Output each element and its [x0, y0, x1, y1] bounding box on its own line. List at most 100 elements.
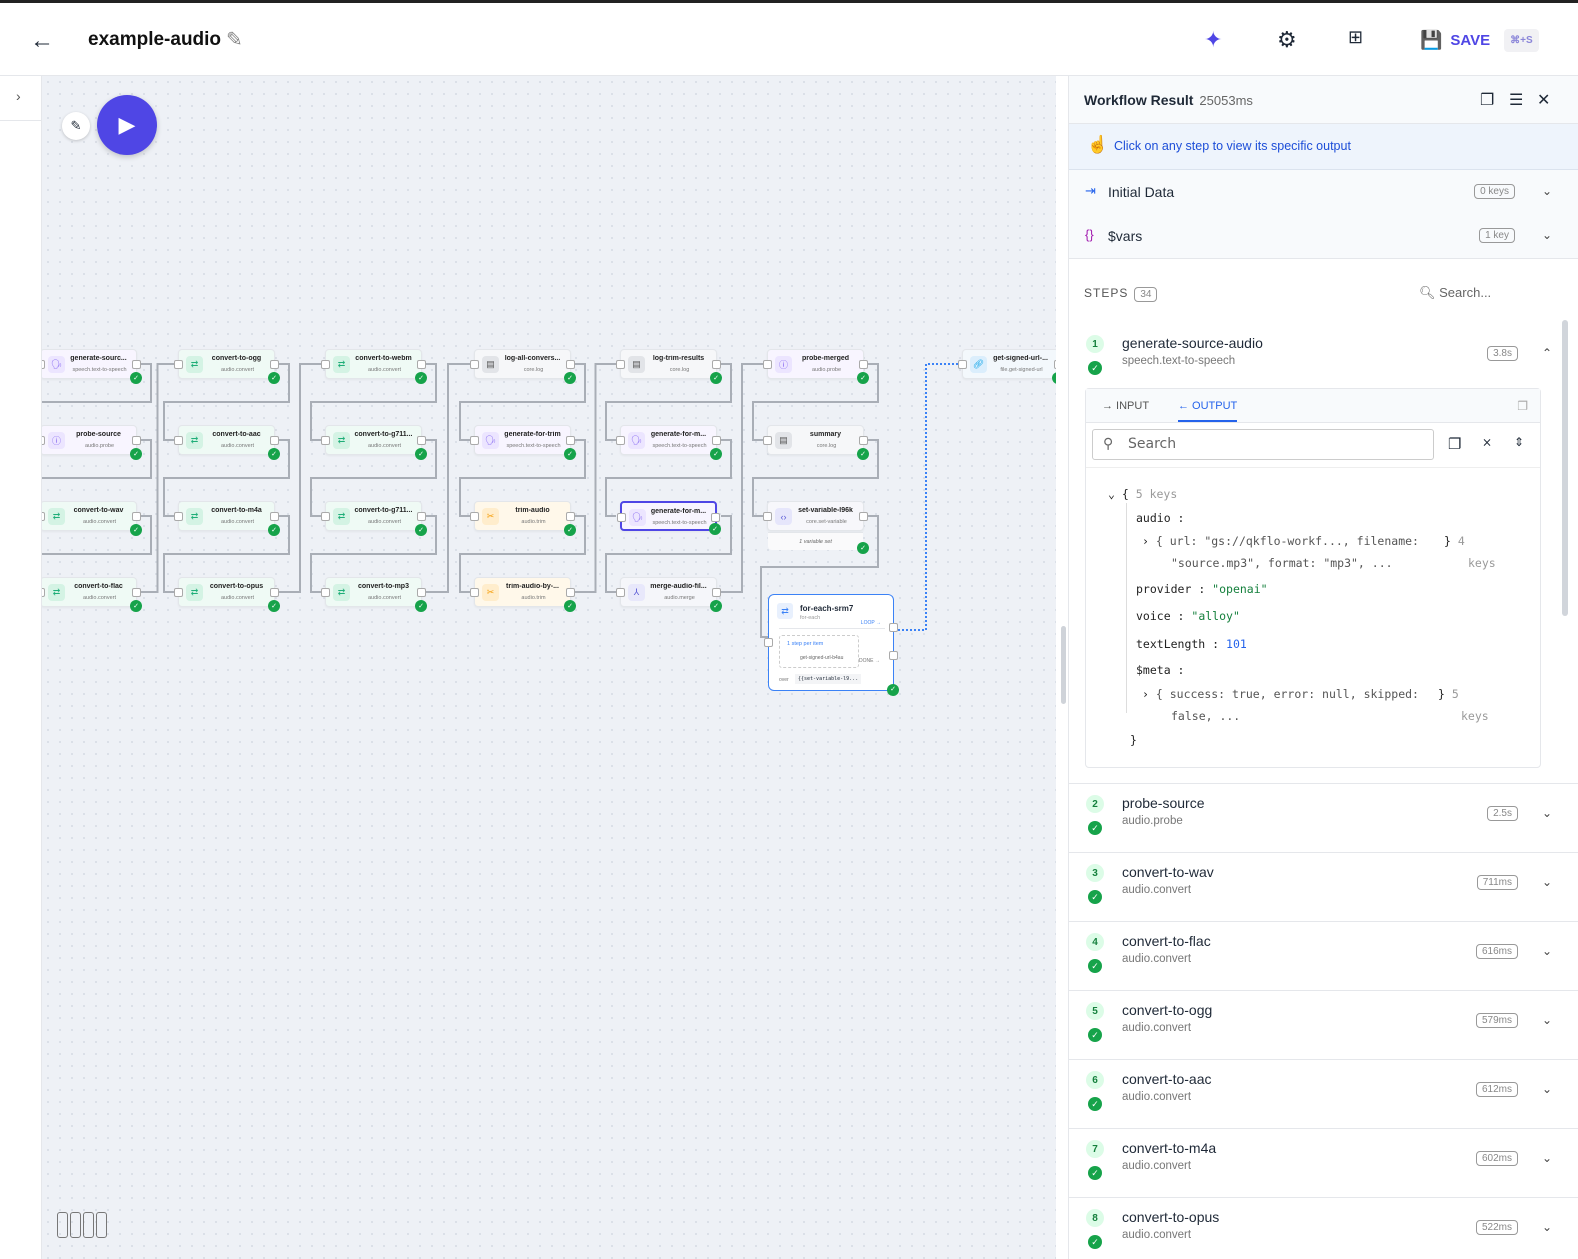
- input-port[interactable]: [321, 512, 330, 521]
- save-button[interactable]: 💾 SAVE ⌘+S: [1420, 29, 1539, 52]
- workflow-node[interactable]: ⇄ convert-to-mp3 audio.convert ✓: [321, 577, 427, 612]
- output-port[interactable]: [132, 512, 141, 521]
- step-item[interactable]: 6 ✓ convert-to-aac audio.convert 612ms ⌄: [1069, 1060, 1578, 1129]
- step-item[interactable]: 1 ✓ generate-source-audio speech.text-to…: [1069, 324, 1578, 784]
- scrollbar[interactable]: [1562, 320, 1568, 616]
- workflow-node[interactable]: ⇄ convert-to-ogg audio.convert ✓: [174, 349, 280, 384]
- inner-step[interactable]: get-signed-url-b4au: [800, 655, 843, 661]
- output-port[interactable]: [270, 360, 279, 369]
- output-port[interactable]: [566, 360, 575, 369]
- workflow-node[interactable]: ✂ trim-audio-by-... audio.trim ✓: [470, 577, 576, 612]
- output-port[interactable]: [270, 512, 279, 521]
- output-search-input[interactable]: ⚲ Search: [1092, 429, 1434, 460]
- input-port[interactable]: [763, 436, 772, 445]
- workflow-node[interactable]: ‹› set-variable-l96k core.set-variable 1…: [763, 501, 869, 554]
- steps-search-input[interactable]: 🔍︎ Search...: [1419, 285, 1491, 301]
- output-port[interactable]: [859, 436, 868, 445]
- output-port[interactable]: [712, 436, 721, 445]
- output-port[interactable]: [132, 436, 141, 445]
- workflow-node[interactable]: 🔗︎ get-signed-url-... file.get-signed-ur…: [958, 349, 1056, 384]
- output-port[interactable]: [417, 436, 426, 445]
- input-port[interactable]: [616, 360, 625, 369]
- workflow-node[interactable]: ▤ summary core.log ✓: [763, 425, 869, 460]
- chevron-down-icon[interactable]: ⌄: [1542, 1220, 1552, 1234]
- workflow-node[interactable]: 🗣︎ generate-for-m... speech.text-to-spee…: [616, 425, 722, 460]
- input-port[interactable]: [616, 588, 625, 597]
- input-port[interactable]: [174, 436, 183, 445]
- workflow-node[interactable]: ▤ log-all-convers... core.log ✓: [470, 349, 576, 384]
- output-port[interactable]: [712, 360, 721, 369]
- chevron-down-icon[interactable]: ⌄: [1542, 1013, 1552, 1027]
- workflow-canvas[interactable]: ✎ ▶ 🗣︎ generate-sourc... speech.text-to-…: [42, 76, 1056, 1259]
- output-port[interactable]: [417, 588, 426, 597]
- expand-caret-icon[interactable]: ›: [1142, 534, 1149, 548]
- output-port[interactable]: [270, 436, 279, 445]
- output-port[interactable]: [712, 588, 721, 597]
- input-port[interactable]: [321, 588, 330, 597]
- tab-output[interactable]: ← OUTPUT: [1178, 400, 1238, 422]
- tab-input[interactable]: → INPUT: [1102, 400, 1149, 412]
- step-item[interactable]: 5 ✓ convert-to-ogg audio.convert 579ms ⌄: [1069, 991, 1578, 1060]
- workflow-node[interactable]: 🗣︎ generate-for-m... speech.text-to-spee…: [617, 501, 721, 535]
- panel-resize-handle[interactable]: [1061, 626, 1066, 704]
- collapse-caret-icon[interactable]: ⌄: [1108, 487, 1115, 501]
- hierarchy-icon[interactable]: ⊞: [1348, 27, 1363, 48]
- workflow-node[interactable]: ✂ trim-audio audio.trim ✓: [470, 501, 576, 536]
- workflow-node[interactable]: ⇄ convert-to-g711... audio.convert ✓: [321, 501, 427, 536]
- copy-json-icon[interactable]: ❐: [1448, 435, 1461, 453]
- expand-sidebar-chevron-icon[interactable]: ›: [16, 88, 21, 104]
- vars-row[interactable]: {} $vars 1 key ⌄: [1069, 214, 1578, 258]
- workflow-node[interactable]: 🗣︎ generate-for-trim speech.text-to-spee…: [470, 425, 576, 460]
- input-port[interactable]: [42, 588, 45, 597]
- input-port[interactable]: [174, 360, 183, 369]
- workflow-node[interactable]: ⇄ convert-to-g711... audio.convert ✓: [321, 425, 427, 460]
- run-workflow-play-button[interactable]: ▶: [97, 95, 157, 155]
- expand-caret-icon[interactable]: ›: [1142, 687, 1149, 701]
- workflow-node[interactable]: 🗣︎ generate-sourc... speech.text-to-spee…: [42, 349, 142, 384]
- output-port[interactable]: [859, 360, 868, 369]
- input-port[interactable]: [174, 512, 183, 521]
- workflow-node[interactable]: ⇄ convert-to-wav audio.convert ✓: [42, 501, 142, 536]
- workflow-node[interactable]: ⅄ merge-audio-fil... audio.merge ✓: [616, 577, 722, 612]
- input-port[interactable]: [470, 436, 479, 445]
- input-port[interactable]: [470, 512, 479, 521]
- input-port[interactable]: [470, 360, 479, 369]
- workflow-node[interactable]: ⇄ convert-to-m4a audio.convert ✓: [174, 501, 280, 536]
- input-port[interactable]: [470, 588, 479, 597]
- loop-port[interactable]: [889, 623, 898, 632]
- output-port[interactable]: [417, 360, 426, 369]
- input-port[interactable]: [42, 436, 45, 445]
- step-item[interactable]: 4 ✓ convert-to-flac audio.convert 616ms …: [1069, 922, 1578, 991]
- step-item[interactable]: 8 ✓ convert-to-opus audio.convert 522ms …: [1069, 1198, 1578, 1259]
- collapse-all-icon[interactable]: ⨯: [1482, 435, 1492, 449]
- foreach-node[interactable]: ⇄ for-each-srm7 for-each LOOP → 1 step p…: [764, 594, 899, 696]
- chevron-down-icon[interactable]: ⌄: [1542, 184, 1552, 198]
- done-port[interactable]: [889, 651, 898, 660]
- chevron-down-icon[interactable]: ⌄: [1542, 1082, 1552, 1096]
- workflow-node[interactable]: ⇄ convert-to-flac audio.convert ✓: [42, 577, 142, 612]
- input-port[interactable]: [763, 360, 772, 369]
- close-icon[interactable]: ✕: [1537, 90, 1550, 110]
- output-port[interactable]: [859, 512, 868, 521]
- gear-icon[interactable]: ⚙: [1277, 27, 1297, 53]
- chevron-down-icon[interactable]: ⌄: [1542, 806, 1552, 820]
- copy-icon[interactable]: ❐: [1480, 90, 1494, 110]
- output-port[interactable]: [270, 588, 279, 597]
- input-port[interactable]: [763, 512, 772, 521]
- edit-title-pencil-icon[interactable]: ✎: [226, 27, 243, 52]
- step-item[interactable]: 3 ✓ convert-to-wav audio.convert 711ms ⌄: [1069, 853, 1578, 922]
- menu-icon[interactable]: ☰: [1509, 90, 1523, 110]
- input-port[interactable]: [958, 360, 967, 369]
- input-port[interactable]: [321, 360, 330, 369]
- input-port[interactable]: [321, 436, 330, 445]
- input-port[interactable]: [174, 588, 183, 597]
- step-item[interactable]: 7 ✓ convert-to-m4a audio.convert 602ms ⌄: [1069, 1129, 1578, 1198]
- sparkles-icon[interactable]: ✦: [1204, 27, 1222, 53]
- chevron-down-icon[interactable]: ⌄: [1542, 228, 1552, 242]
- output-port[interactable]: [711, 513, 720, 522]
- edit-mode-pencil-icon[interactable]: ✎: [62, 112, 90, 140]
- expand-all-icon[interactable]: ⇕: [1514, 435, 1524, 449]
- workflow-node[interactable]: ▤ log-trim-results core.log ✓: [616, 349, 722, 384]
- chevron-down-icon[interactable]: ⌄: [1542, 875, 1552, 889]
- workflow-node[interactable]: ⇄ convert-to-opus audio.convert ✓: [174, 577, 280, 612]
